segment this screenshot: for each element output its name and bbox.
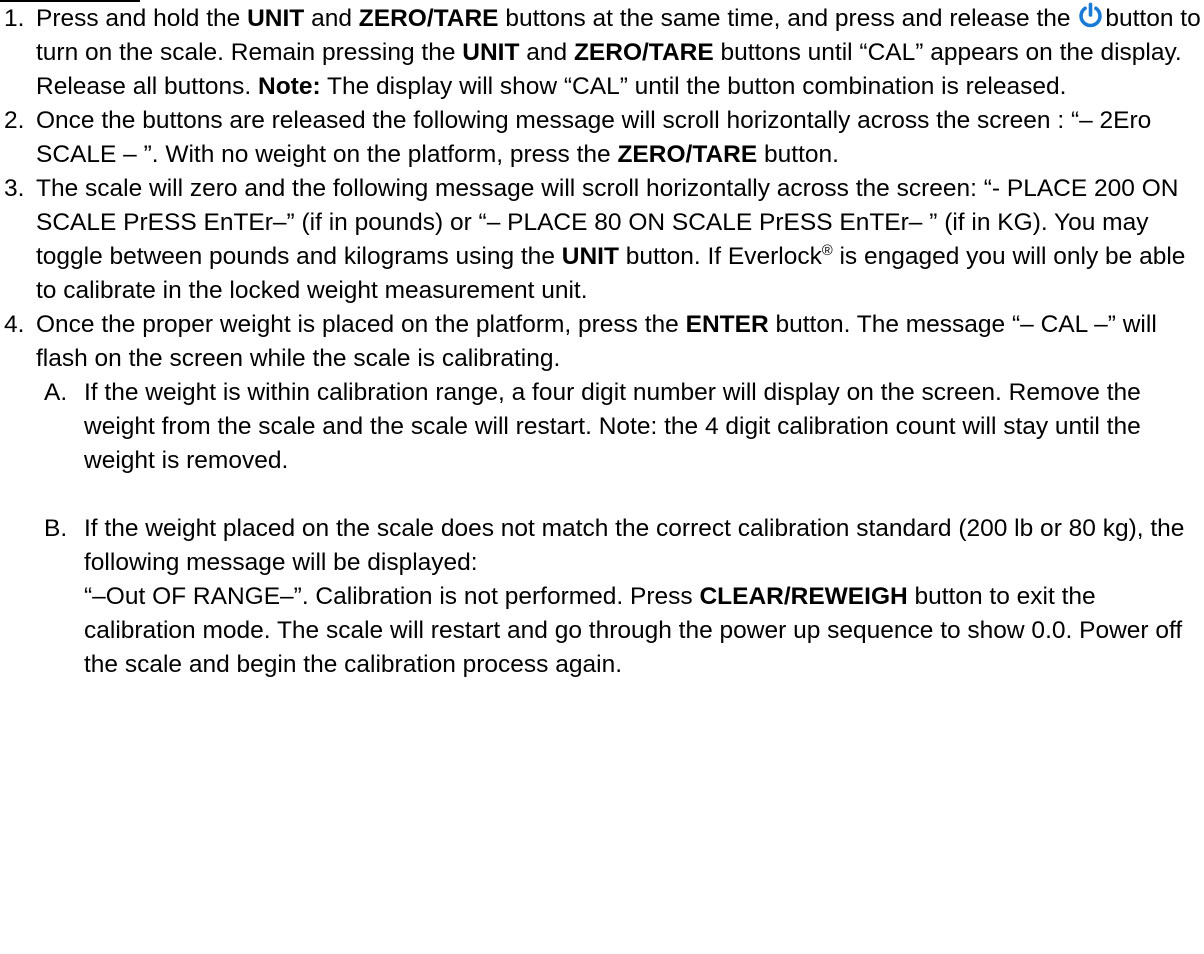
substep-a: A. If the weight is within calibration r… <box>44 376 1204 478</box>
unit-button-label: UNIT <box>462 39 520 66</box>
enter-button-label: ENTER <box>685 311 769 338</box>
clear-reweigh-button-label: CLEAR/REWEIGH <box>699 583 908 610</box>
step-number: 2. <box>4 107 25 134</box>
power-icon <box>1079 2 1103 28</box>
zero-tare-button-label: ZERO/TARE <box>573 39 714 66</box>
substep-letter: B. <box>44 515 68 542</box>
step-4: 4. Once the proper weight is placed on t… <box>4 308 1204 682</box>
step-number: 4. <box>4 311 25 338</box>
note-label: Note: <box>258 73 321 100</box>
substep-b: B. If the weight placed on the scale doe… <box>44 512 1204 682</box>
substep-letter: A. <box>44 379 68 406</box>
step-4-substeps: A. If the weight is within calibration r… <box>44 376 1204 682</box>
step-2: 2. Once the buttons are released the fol… <box>4 104 1204 172</box>
step-3: 3. The scale will zero and the following… <box>4 172 1204 308</box>
unit-button-label: UNIT <box>247 5 305 32</box>
zero-tare-button-label: ZERO/TARE <box>358 5 499 32</box>
zero-tare-button-label: ZERO/TARE <box>617 141 758 168</box>
unit-button-label: UNIT <box>561 243 619 270</box>
step-number: 1. <box>4 5 25 32</box>
step-number: 3. <box>4 175 25 202</box>
calibration-steps: 1. Press and hold the UNIT and ZERO/TARE… <box>4 2 1204 682</box>
step-1: 1. Press and hold the UNIT and ZERO/TARE… <box>4 2 1204 104</box>
registered-mark: ® <box>821 242 833 259</box>
